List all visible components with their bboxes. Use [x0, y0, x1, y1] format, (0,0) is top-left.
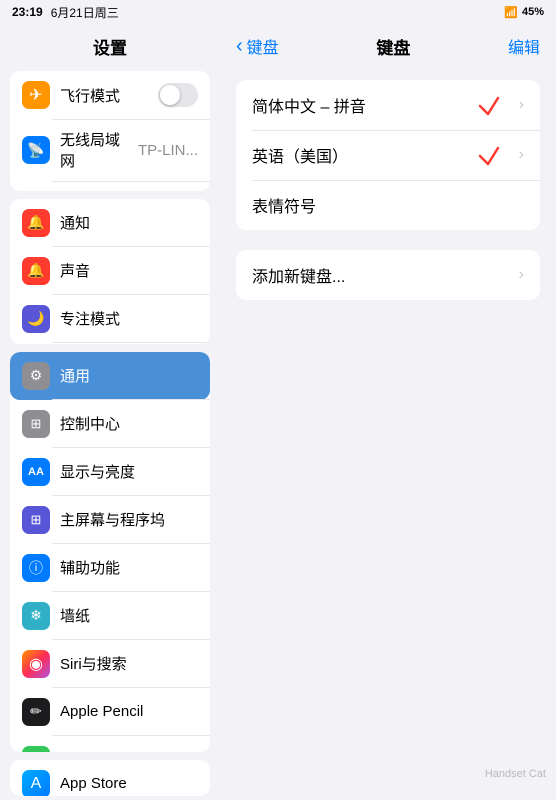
wallpaper-label: 墙纸: [60, 605, 198, 626]
sidebar-title: 设置: [0, 24, 220, 67]
sidebar-item-wifi[interactable]: 📡 无线局域网 TP-LIN...: [10, 119, 210, 181]
right-content: 简体中文 – 拼音 › 英语（美国） › 表情符号: [220, 68, 556, 800]
status-time: 23:19: [12, 5, 43, 19]
add-keyboard-label: 添加新键盘...: [252, 263, 519, 287]
keyboard-simplified-chinese[interactable]: 简体中文 – 拼音 ›: [236, 80, 540, 130]
controlcenter-icon: ⊞: [22, 410, 50, 438]
homescreen-label: 主屏幕与程序坞: [60, 509, 198, 530]
airplane-icon: ✈: [22, 81, 50, 109]
sidebar-item-notifications[interactable]: 🔔 通知: [10, 199, 210, 247]
notifications-icon: 🔔: [22, 209, 50, 237]
siri-icon: ◉: [22, 650, 50, 678]
display-icon: AA: [22, 458, 50, 486]
status-bar: 23:19 6月21日周三 📶 45%: [0, 0, 556, 24]
airplane-label: 飞行模式: [60, 85, 148, 106]
sidebar-group-notifications: 🔔 通知 🔔 声音 🌙 专注模式 ⏱ 屏幕使用时间: [10, 199, 210, 344]
wifi-icon: 📡: [22, 136, 50, 164]
sidebar-item-display[interactable]: AA 显示与亮度: [10, 448, 210, 496]
sounds-icon: 🔔: [22, 257, 50, 285]
add-keyboard-chevron: ›: [519, 266, 524, 284]
keyboards-group: 简体中文 – 拼音 › 英语（美国） › 表情符号: [236, 80, 540, 230]
sidebar: 设置 ✈ 飞行模式 📡 无线局域网 TP-LIN... 𝔹 蓝牙 打开 🔔: [0, 24, 220, 800]
airplane-toggle[interactable]: [158, 83, 198, 107]
right-panel: ‹ 键盘 键盘 编辑 简体中文 – 拼音 › 英语（美国）: [220, 24, 556, 800]
applepencil-label: Apple Pencil: [60, 703, 198, 720]
add-keyboard-item[interactable]: 添加新键盘... ›: [236, 250, 540, 300]
sidebar-group-general: ⚙ 通用 ⊞ 控制中心 AA 显示与亮度 ⊞ 主屏幕与程序坞 ⓘ 辅助功能 ❄ …: [10, 352, 210, 752]
back-label: 键盘: [247, 34, 279, 58]
appstore-icon: A: [22, 770, 50, 796]
general-label: 通用: [60, 365, 198, 386]
chevron-icon-2: ›: [519, 146, 524, 164]
display-label: 显示与亮度: [60, 461, 198, 482]
sidebar-item-screentime[interactable]: ⏱ 屏幕使用时间: [10, 343, 210, 344]
keyboard-english-us[interactable]: 英语（美国） ›: [236, 130, 540, 180]
chevron-icon-1: ›: [519, 96, 524, 114]
sidebar-item-homescreen[interactable]: ⊞ 主屏幕与程序坞: [10, 496, 210, 544]
sidebar-item-accessibility[interactable]: ⓘ 辅助功能: [10, 544, 210, 592]
sidebar-group-appstore: A App Store: [10, 760, 210, 796]
sounds-label: 声音: [60, 260, 198, 281]
sidebar-item-controlcenter[interactable]: ⊞ 控制中心: [10, 400, 210, 448]
focus-label: 专注模式: [60, 308, 198, 329]
applepencil-icon: ✏: [22, 698, 50, 726]
sidebar-item-touchid[interactable]: ⬡ 触控ID与密码: [10, 736, 210, 752]
main-area: 设置 ✈ 飞行模式 📡 无线局域网 TP-LIN... 𝔹 蓝牙 打开 🔔: [0, 24, 556, 800]
add-keyboard-group: 添加新键盘... ›: [236, 250, 540, 300]
sidebar-item-general[interactable]: ⚙ 通用: [10, 352, 210, 400]
right-nav: ‹ 键盘 键盘 编辑: [220, 24, 556, 68]
sidebar-item-siri[interactable]: ◉ Siri与搜索: [10, 640, 210, 688]
battery-label: 45%: [522, 6, 544, 18]
nav-title: 键盘: [376, 34, 410, 59]
checkmark-svg-2: [478, 144, 510, 166]
checkmark-svg-1: [478, 94, 510, 116]
sidebar-item-applepencil[interactable]: ✏ Apple Pencil: [10, 688, 210, 736]
keyboard-emoji-label: 表情符号: [252, 193, 524, 217]
touchid-label: 触控ID与密码: [60, 749, 198, 751]
general-icon: ⚙: [22, 362, 50, 390]
sidebar-item-appstore[interactable]: A App Store: [10, 760, 210, 796]
homescreen-icon: ⊞: [22, 506, 50, 534]
focus-icon: 🌙: [22, 305, 50, 333]
back-arrow-icon: ‹: [236, 35, 243, 58]
back-button[interactable]: ‹ 键盘: [236, 34, 279, 58]
sidebar-item-focus[interactable]: 🌙 专注模式: [10, 295, 210, 343]
appstore-label: App Store: [60, 775, 198, 792]
sidebar-item-airplane[interactable]: ✈ 飞行模式: [10, 71, 210, 119]
wifi-icon: 📶: [504, 6, 518, 19]
sidebar-item-wallpaper[interactable]: ❄ 墙纸: [10, 592, 210, 640]
accessibility-icon: ⓘ: [22, 554, 50, 582]
controlcenter-label: 控制中心: [60, 413, 198, 434]
touchid-icon: ⬡: [22, 746, 50, 752]
status-date: 6月21日周三: [51, 4, 119, 21]
status-icons: 📶 45%: [504, 6, 544, 19]
sidebar-item-sounds[interactable]: 🔔 声音: [10, 247, 210, 295]
accessibility-label: 辅助功能: [60, 557, 198, 578]
wallpaper-icon: ❄: [22, 602, 50, 630]
notifications-label: 通知: [60, 212, 198, 233]
keyboard-emoji[interactable]: 表情符号: [236, 180, 540, 230]
watermark: Handset Cat: [485, 768, 546, 780]
wifi-value: TP-LIN...: [138, 142, 198, 159]
siri-label: Siri与搜索: [60, 653, 198, 674]
wifi-label: 无线局域网: [60, 129, 128, 171]
sidebar-item-bluetooth[interactable]: 𝔹 蓝牙 打开: [10, 181, 210, 191]
edit-button[interactable]: 编辑: [508, 34, 540, 58]
sidebar-group-connectivity: ✈ 飞行模式 📡 无线局域网 TP-LIN... 𝔹 蓝牙 打开: [10, 71, 210, 191]
